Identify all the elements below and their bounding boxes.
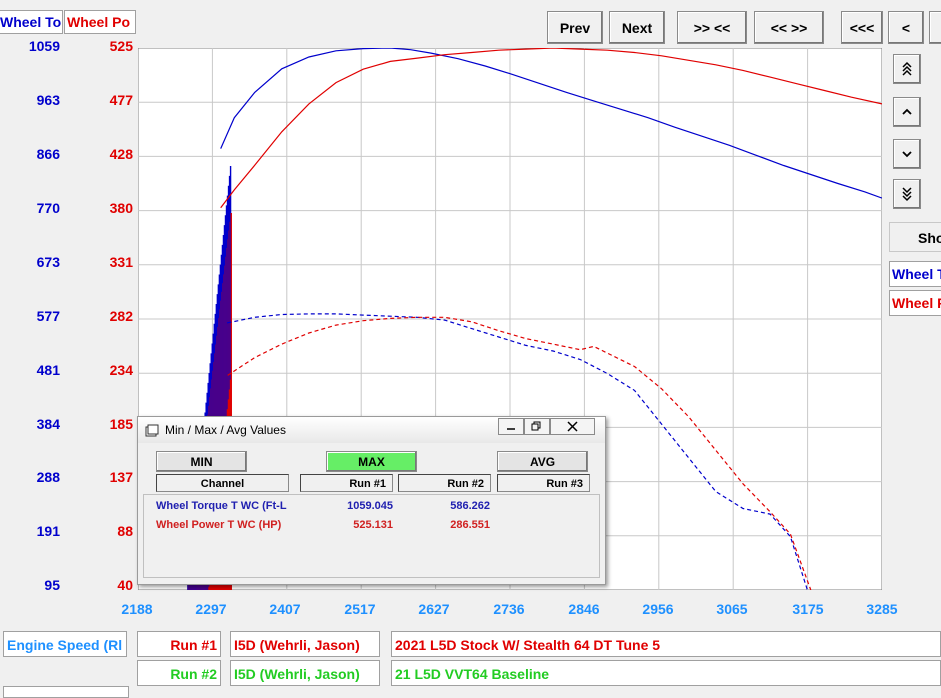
max-button[interactable]: MAX bbox=[326, 451, 417, 472]
x-tick: 2846 bbox=[568, 601, 600, 617]
torque-tick: 191 bbox=[36, 523, 60, 539]
close-icon bbox=[567, 421, 578, 432]
x-tick: 2297 bbox=[195, 601, 227, 617]
double-up-icon bbox=[902, 61, 912, 76]
dialog-title: Min / Max / Avg Values bbox=[165, 423, 286, 437]
min-max-avg-dialog[interactable]: Min / Max / Avg Values MIN MAX AVG Chann… bbox=[137, 416, 606, 585]
x-tick: 2627 bbox=[418, 601, 450, 617]
torque-tick: 288 bbox=[36, 469, 60, 485]
column-header-run2[interactable]: Run #2 bbox=[398, 474, 491, 492]
zoom-out-button[interactable]: << >> bbox=[754, 11, 824, 44]
row-run2-value: 286.551 bbox=[450, 519, 490, 531]
power-tick: 234 bbox=[109, 362, 133, 378]
column-header-channel[interactable]: Channel bbox=[156, 474, 289, 492]
power-tick: 40 bbox=[117, 577, 133, 593]
run2-description[interactable]: 21 L5D VVT64 Baseline bbox=[391, 660, 941, 686]
power-tick: 331 bbox=[109, 254, 133, 270]
double-down-icon bbox=[902, 187, 912, 202]
row-channel: Wheel Torque T WC (Ft-L bbox=[156, 500, 287, 512]
zoom-in-button[interactable]: >> << bbox=[677, 11, 747, 44]
side-torque-label[interactable]: Wheel T bbox=[889, 261, 941, 287]
next-button[interactable]: Next bbox=[609, 11, 665, 44]
prev-button[interactable]: Prev bbox=[547, 11, 603, 44]
scroll-right-button[interactable] bbox=[929, 11, 941, 44]
power-tick: 525 bbox=[109, 38, 133, 54]
double-up-button[interactable] bbox=[893, 54, 921, 84]
torque-tick: 95 bbox=[44, 577, 60, 593]
restore-icon bbox=[531, 421, 541, 431]
up-button[interactable] bbox=[893, 97, 921, 127]
down-button[interactable] bbox=[893, 139, 921, 169]
x-tick: 2736 bbox=[493, 601, 525, 617]
close-button[interactable] bbox=[550, 418, 595, 435]
run2-vehicle[interactable]: I5D (Wehrli, Jason) bbox=[230, 660, 380, 686]
x-tick: 3285 bbox=[866, 601, 898, 617]
run2-label[interactable]: Run #2 bbox=[137, 660, 221, 686]
power-tick: 428 bbox=[109, 146, 133, 162]
power-channel-label[interactable]: Wheel Po bbox=[64, 10, 136, 34]
dialog-titlebar[interactable]: Min / Max / Avg Values bbox=[138, 417, 605, 443]
torque-tick: 673 bbox=[36, 254, 60, 270]
min-button[interactable]: MIN bbox=[156, 451, 247, 472]
torque-channel-label[interactable]: Wheel To bbox=[0, 10, 63, 34]
scroll-left-button[interactable]: < bbox=[888, 11, 924, 44]
power-tick: 185 bbox=[109, 416, 133, 432]
down-icon bbox=[902, 151, 912, 158]
up-icon bbox=[902, 108, 912, 115]
x-tick: 3175 bbox=[792, 601, 824, 617]
x-tick: 2956 bbox=[642, 601, 674, 617]
row-run1-value: 1059.045 bbox=[347, 500, 393, 512]
avg-button[interactable]: AVG bbox=[497, 451, 588, 472]
power-tick: 137 bbox=[109, 469, 133, 485]
row-run1-value: 525.131 bbox=[353, 519, 393, 531]
power-tick: 380 bbox=[109, 200, 133, 216]
x-tick: 3065 bbox=[716, 601, 748, 617]
x-tick: 2407 bbox=[269, 601, 301, 617]
power-tick: 282 bbox=[109, 308, 133, 324]
torque-tick: 866 bbox=[36, 146, 60, 162]
show-button[interactable]: Sho bbox=[889, 222, 941, 252]
power-tick: 88 bbox=[117, 523, 133, 539]
side-power-label[interactable]: Wheel P bbox=[889, 290, 941, 316]
x-channel-label[interactable]: Engine Speed (Rl bbox=[3, 631, 127, 657]
torque-tick: 1059 bbox=[28, 38, 60, 54]
run1-description[interactable]: 2021 L5D Stock W/ Stealth 64 DT Tune 5 bbox=[391, 631, 941, 657]
run1-vehicle[interactable]: I5D (Wehrli, Jason) bbox=[230, 631, 380, 657]
window-icon bbox=[145, 424, 159, 437]
torque-tick: 577 bbox=[36, 308, 60, 324]
minimize-icon bbox=[507, 428, 515, 430]
torque-tick: 481 bbox=[36, 362, 60, 378]
x-tick: 2517 bbox=[344, 601, 376, 617]
row-run2-value: 586.262 bbox=[450, 500, 490, 512]
x-tick: 2188 bbox=[121, 601, 153, 617]
double-down-button[interactable] bbox=[893, 179, 921, 209]
row-channel: Wheel Power T WC (HP) bbox=[156, 519, 282, 531]
torque-tick: 384 bbox=[36, 416, 60, 432]
page-left-button[interactable]: <<< bbox=[841, 11, 883, 44]
torque-tick: 770 bbox=[36, 200, 60, 216]
run1-label[interactable]: Run #1 bbox=[137, 631, 221, 657]
restore-button[interactable] bbox=[524, 418, 550, 435]
x-channel-bottom-box bbox=[3, 686, 129, 698]
torque-tick: 963 bbox=[36, 92, 60, 108]
column-header-run1[interactable]: Run #1 bbox=[300, 474, 393, 492]
column-header-run3[interactable]: Run #3 bbox=[497, 474, 590, 492]
power-tick: 477 bbox=[109, 92, 133, 108]
minimize-button[interactable] bbox=[498, 418, 524, 435]
